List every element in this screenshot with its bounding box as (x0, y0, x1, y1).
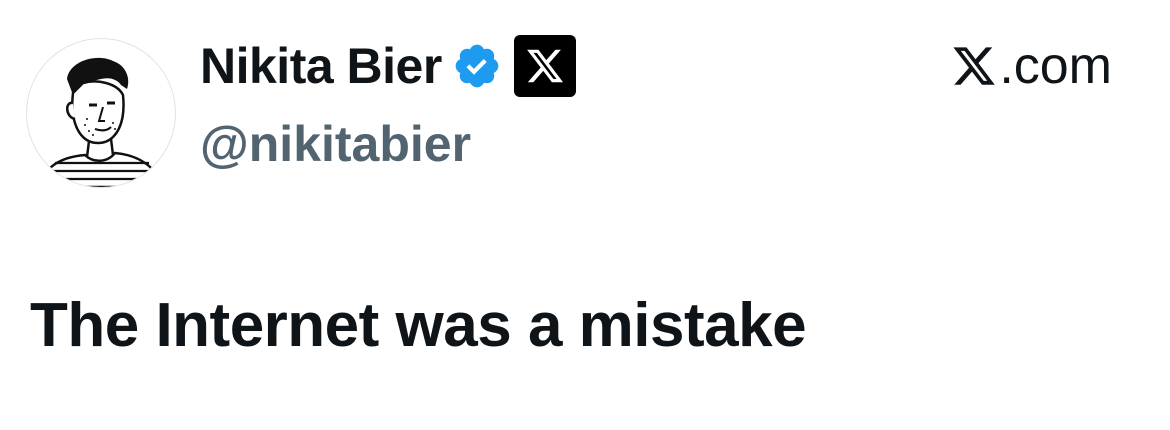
x-affiliate-badge[interactable] (513, 35, 576, 97)
tweet-text: The Internet was a mistake (30, 291, 807, 360)
avatar-illustration (39, 57, 165, 187)
author-name-row: Nikita Bier (200, 35, 576, 97)
source-text: .com (999, 37, 1112, 95)
verified-checkmark-icon[interactable] (452, 41, 502, 91)
x-logo-icon (951, 43, 997, 89)
author-display-name[interactable]: Nikita Bier (200, 36, 442, 96)
author-handle[interactable]: @nikitabier (200, 114, 471, 174)
avatar[interactable] (26, 38, 176, 188)
source-label: .com (951, 36, 1112, 96)
x-logo-icon (526, 49, 563, 83)
